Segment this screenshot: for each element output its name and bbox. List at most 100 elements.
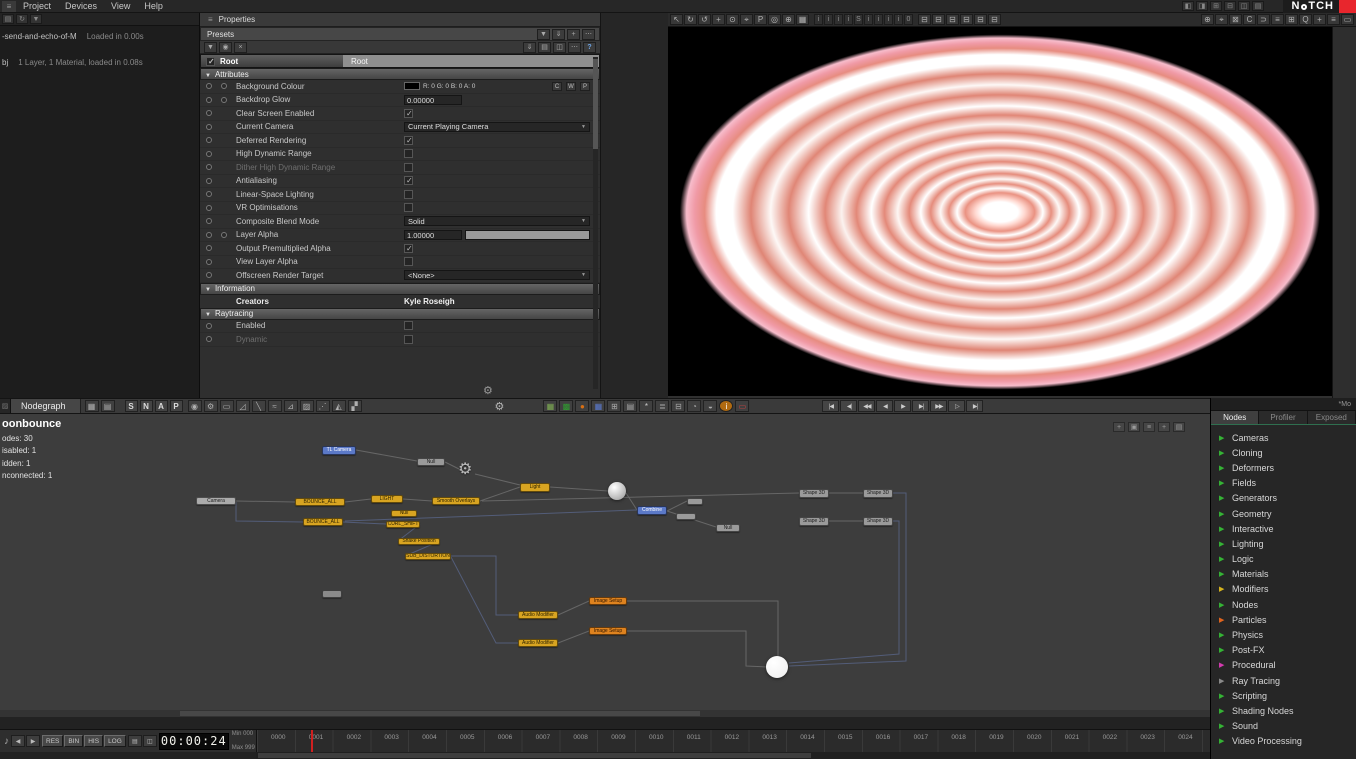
- nodegraph-canvas[interactable]: TL Camera Null Camera BOUNCE_ALL LIGHT Smooth…: [0, 414, 1210, 717]
- menu-help[interactable]: Help: [137, 0, 170, 13]
- slider-layer-alpha[interactable]: [465, 229, 590, 240]
- snap-n-button[interactable]: N: [139, 400, 153, 412]
- properties-menu-icon[interactable]: ≡: [208, 15, 213, 24]
- graph-node-camera[interactable]: Camera: [196, 497, 236, 505]
- quality-icon[interactable]: Q: [1299, 14, 1312, 25]
- keyframe-toggle-icon[interactable]: [206, 218, 212, 225]
- props-help-icon[interactable]: ?: [583, 41, 596, 53]
- grid-view-icon[interactable]: ⊞: [1285, 14, 1298, 25]
- ng-frame-icon[interactable]: ▭: [219, 400, 234, 412]
- graph-node-shape-3d[interactable]: Shape 3D: [799, 517, 829, 526]
- audio-speaker-icon[interactable]: ♪: [4, 736, 9, 747]
- clip-icon[interactable]: ◫: [142, 735, 157, 747]
- keyframe-toggle-icon[interactable]: [206, 123, 212, 130]
- graph-node-shape-3d[interactable]: Shape 3D: [863, 517, 893, 526]
- ng-blue-grid-icon[interactable]: ▦: [591, 400, 606, 412]
- menu-project[interactable]: Project: [16, 0, 58, 13]
- filter-target-icon[interactable]: ◉: [219, 41, 232, 53]
- expand-arrow-icon[interactable]: ▶: [1219, 722, 1232, 730]
- list-view-icon[interactable]: ≡: [1327, 14, 1340, 25]
- scrollbar-handle[interactable]: [180, 711, 700, 716]
- view-option-2-icon[interactable]: ⊟: [932, 14, 945, 25]
- keyframe-toggle-icon[interactable]: [206, 258, 212, 265]
- ng-shade-icon[interactable]: ▞: [347, 400, 362, 412]
- keyframe-toggle-icon[interactable]: [221, 96, 227, 103]
- expand-arrow-icon[interactable]: ▶: [1219, 646, 1232, 654]
- layout-minus-icon[interactable]: ⊟: [1224, 1, 1236, 11]
- category-post-fx[interactable]: ▶ Post-FX: [1211, 643, 1356, 658]
- keyframe-toggle-icon[interactable]: [206, 191, 212, 198]
- res-button[interactable]: RES: [42, 735, 64, 747]
- graph-node-light[interactable]: LIGHT: [371, 495, 403, 503]
- tab-nodegraph[interactable]: Nodegraph: [11, 399, 81, 413]
- keyframe-toggle-icon[interactable]: [206, 231, 212, 238]
- sphere-node[interactable]: [608, 482, 626, 500]
- presets-collapse-icon[interactable]: ▼: [537, 28, 550, 40]
- expand-arrow-icon[interactable]: ▶: [1219, 434, 1232, 442]
- expand-arrow-icon[interactable]: ▶: [1219, 570, 1232, 578]
- keyframe-toggle-icon[interactable]: [206, 150, 212, 157]
- graph-node[interactable]: [676, 513, 696, 520]
- category-cameras[interactable]: ▶ Cameras: [1211, 430, 1356, 445]
- category-cloning[interactable]: ▶ Cloning: [1211, 445, 1356, 460]
- dropdown-composite-blend-mode[interactable]: Solid ▼: [404, 216, 590, 227]
- expand-arrow-icon[interactable]: ▶: [1219, 555, 1232, 563]
- ng-green-grid-icon[interactable]: ▦: [543, 400, 558, 412]
- properties-settings-gear-icon[interactable]: ⚙: [483, 384, 493, 397]
- his-button[interactable]: HIS: [84, 735, 104, 747]
- log-button[interactable]: LOG: [104, 735, 126, 747]
- view-option-5-icon[interactable]: ⊟: [974, 14, 987, 25]
- keyframe-toggle-icon[interactable]: [221, 231, 227, 238]
- category-interactive[interactable]: ▶ Interactive: [1211, 521, 1356, 536]
- play-alt-button[interactable]: ▷: [948, 400, 966, 412]
- ng-rows-icon[interactable]: ▤: [100, 400, 115, 412]
- ng-corner-shape-icon[interactable]: ◿: [235, 400, 250, 412]
- target-tool-icon[interactable]: ⌖: [740, 14, 753, 25]
- checkbox-dynamic[interactable]: [404, 334, 413, 344]
- graph-node-smooth-overlays[interactable]: Smooth Overlays: [432, 497, 480, 505]
- step-forward-button[interactable]: ▶|: [912, 400, 930, 412]
- timeline-scrollbar[interactable]: [256, 752, 1210, 759]
- graph-node-shape-3d[interactable]: Shape 3D: [799, 489, 829, 498]
- file-item-send-and-echo-of-m[interactable]: -send-and-echo-of-M Loaded in 0.00s: [2, 32, 199, 41]
- graph-node-null[interactable]: Null: [391, 510, 417, 517]
- graph-node-tl-camera[interactable]: TL Camera: [322, 446, 356, 455]
- crop-view-icon[interactable]: ⊠: [1229, 14, 1242, 25]
- center-view-icon[interactable]: ⌖: [1215, 14, 1228, 25]
- ng-circle-icon[interactable]: ◉: [187, 400, 202, 412]
- expand-arrow-icon[interactable]: ▶: [1219, 661, 1232, 669]
- color-p-button[interactable]: P: [580, 81, 590, 91]
- menu-devices[interactable]: Devices: [58, 0, 104, 13]
- expand-arrow-icon[interactable]: ▶: [1219, 737, 1232, 745]
- checkbox-clear-screen-enabled[interactable]: [404, 108, 413, 118]
- ng-menu-icon[interactable]: ≡: [1143, 422, 1155, 432]
- ng-region-icon[interactable]: ▣: [1128, 422, 1140, 432]
- expand-arrow-icon[interactable]: ▶: [1219, 510, 1232, 518]
- presets-import-icon[interactable]: ⇓: [552, 28, 565, 40]
- keyframe-toggle-icon[interactable]: [221, 83, 227, 90]
- timeline-step-forward-button[interactable]: ▶: [26, 735, 40, 747]
- expand-arrow-icon[interactable]: ▶: [1219, 677, 1232, 685]
- ng-rows-3-icon[interactable]: ▤: [1173, 422, 1185, 432]
- category-fields[interactable]: ▶ Fields: [1211, 476, 1356, 491]
- graph-node-light[interactable]: Light: [520, 483, 550, 492]
- category-deformers[interactable]: ▶ Deformers: [1211, 460, 1356, 475]
- layout-split-left-icon[interactable]: ◧: [1182, 1, 1194, 11]
- layout-rows-icon[interactable]: ▤: [1252, 1, 1264, 11]
- color-c-button[interactable]: C: [552, 81, 562, 91]
- tab-profiler[interactable]: Profiler: [1259, 411, 1308, 424]
- layout-columns-icon[interactable]: ◫: [1238, 1, 1250, 11]
- keyframe-toggle-icon[interactable]: [206, 245, 212, 252]
- snap-s-button[interactable]: S: [124, 400, 138, 412]
- file-item-bj[interactable]: bj 1 Layer, 1 Material, loaded in 0.08s: [2, 58, 199, 67]
- graph-node-image-setup[interactable]: Image Setup: [589, 627, 627, 635]
- expand-arrow-icon[interactable]: ▶: [1219, 540, 1232, 548]
- expand-arrow-icon[interactable]: ▶: [1219, 479, 1232, 487]
- files-folder-icon[interactable]: ▤: [2, 14, 14, 24]
- app-icon[interactable]: ≡: [2, 0, 16, 12]
- category-generators[interactable]: ▶ Generators: [1211, 491, 1356, 506]
- graph-node-sub-distortion[interactable]: SUB_DISTORTION: [405, 553, 451, 560]
- presets-add-icon[interactable]: +: [567, 28, 580, 40]
- ng-line-icon[interactable]: ╲: [251, 400, 266, 412]
- ng-triangle-icon[interactable]: ⊿: [283, 400, 298, 412]
